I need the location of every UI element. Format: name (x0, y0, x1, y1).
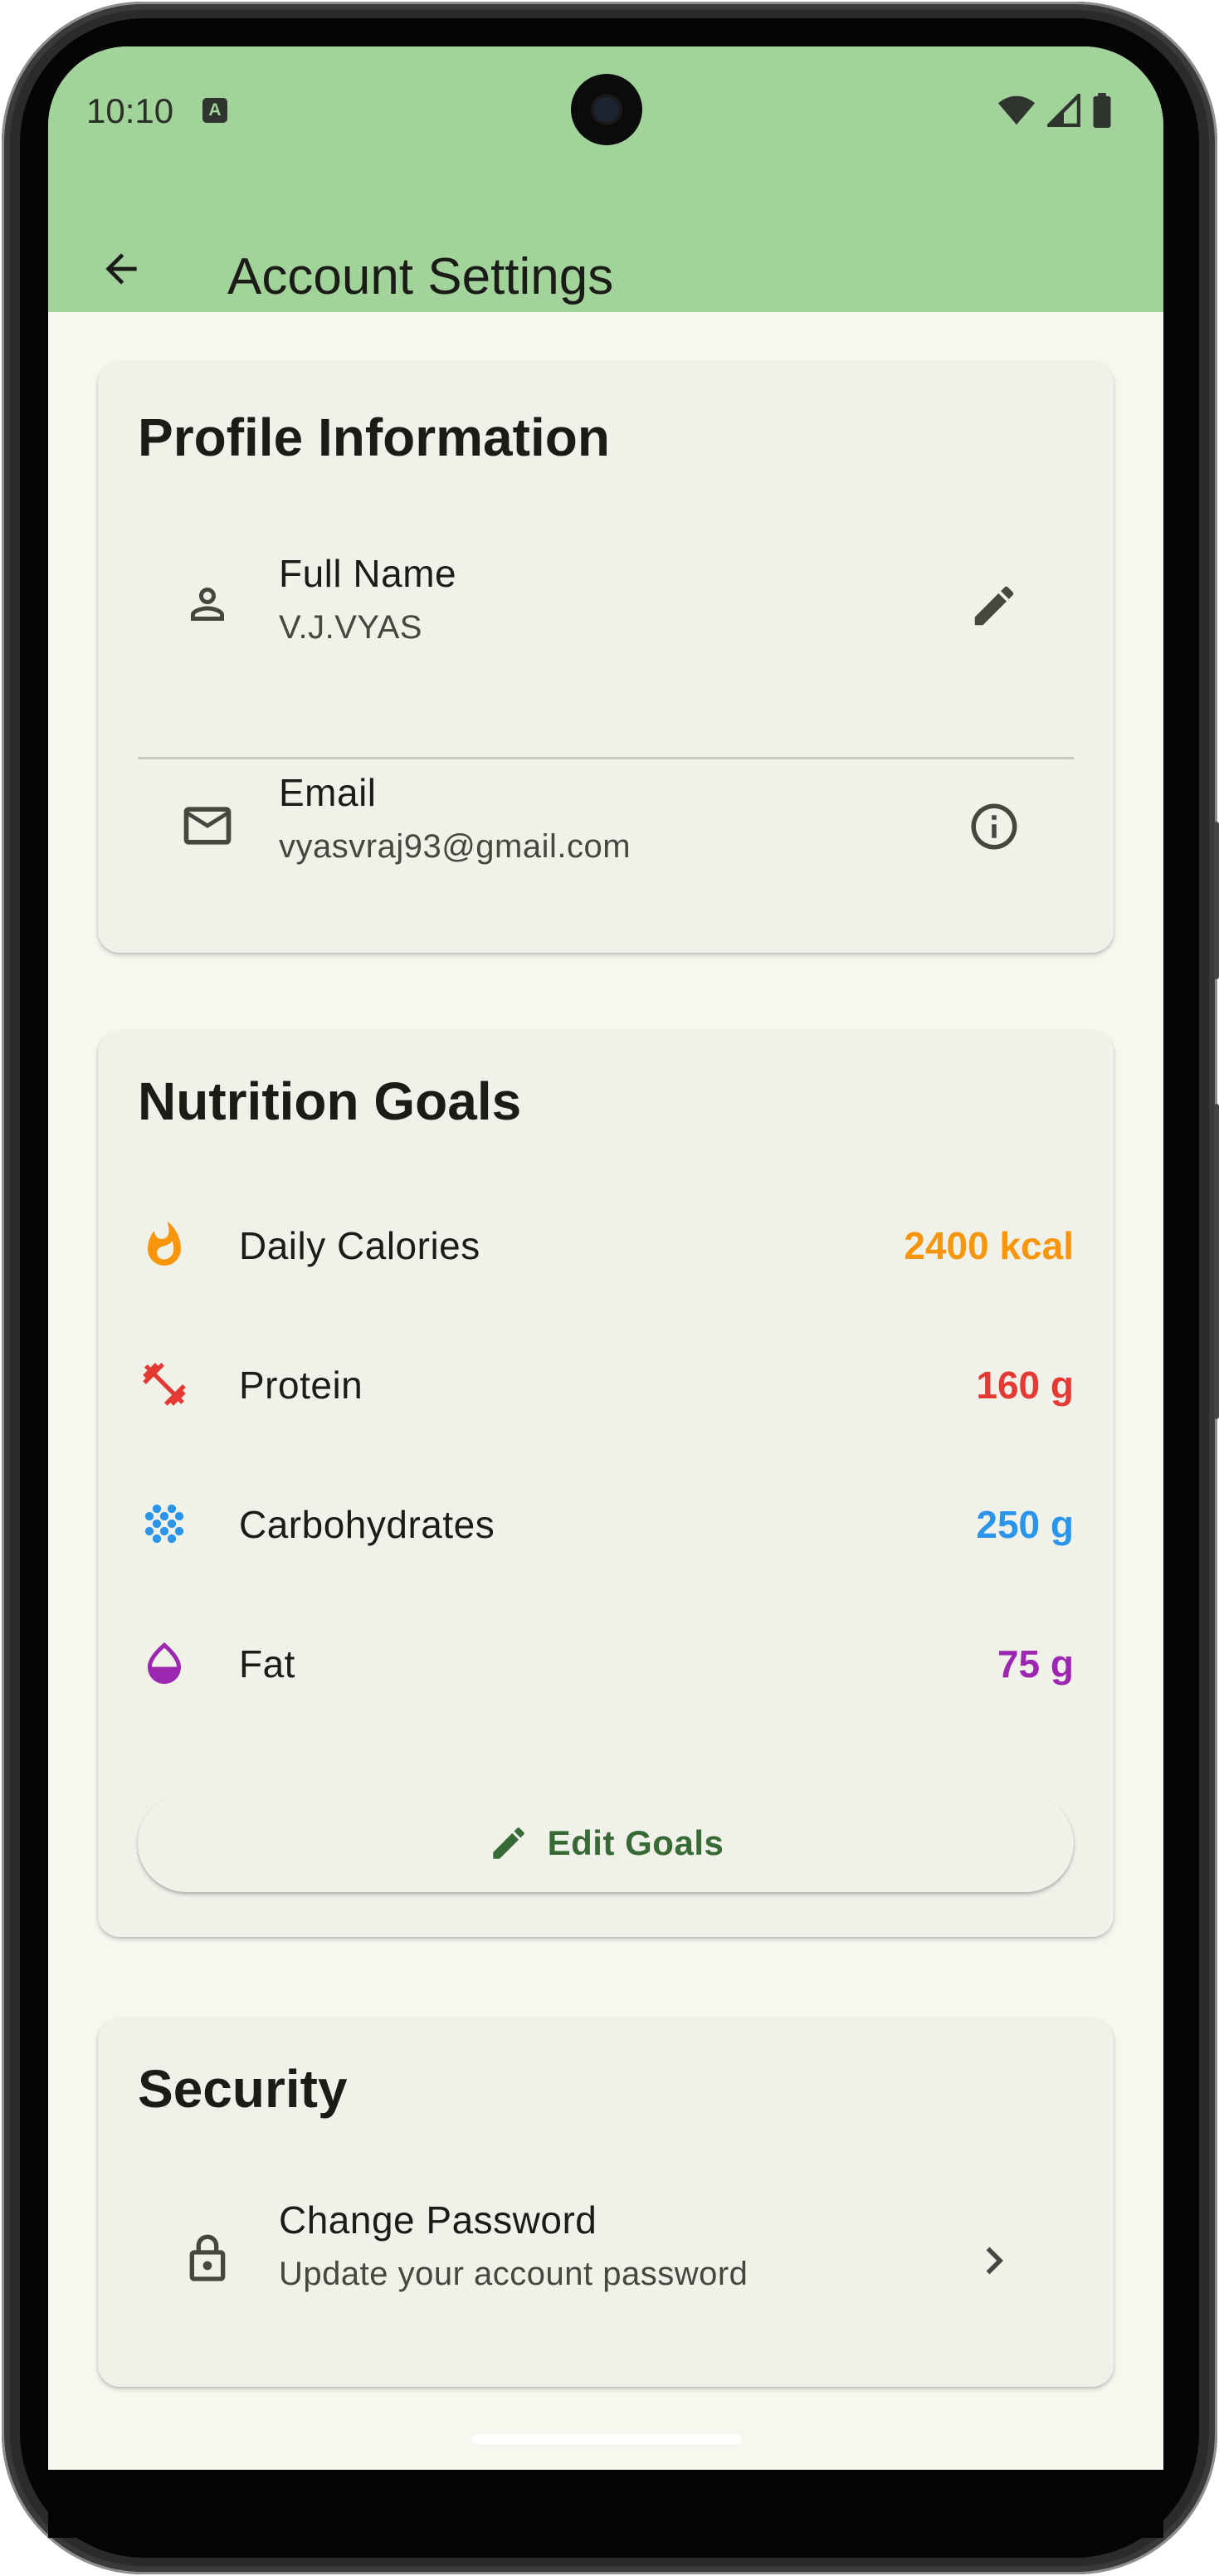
battery-icon (1093, 93, 1111, 128)
profile-card: Profile Information Full Name V.J.VYAS E… (98, 362, 1114, 953)
goal-value: 75 g (997, 1642, 1074, 1686)
front-camera (571, 74, 642, 145)
email-value: vyasvraj93@gmail.com (279, 828, 631, 865)
grain-icon (138, 1497, 191, 1550)
change-password-chevron[interactable] (961, 2227, 1027, 2294)
person-icon (181, 578, 234, 631)
change-password-label: Change Password (279, 2198, 597, 2242)
goal-label: Fat (239, 1642, 295, 1686)
arrow-back-icon (105, 253, 137, 285)
edit-name-button[interactable] (961, 573, 1027, 639)
app-bar: 10:10 A Account Settings (48, 46, 1163, 312)
dumbbell-icon (138, 1358, 191, 1411)
lock-icon (181, 2229, 234, 2289)
page-title: Account Settings (227, 248, 614, 305)
navigation-bar-area (48, 2470, 1163, 2538)
status-icons (997, 93, 1112, 128)
flame-icon (138, 1218, 191, 1271)
pencil-icon (492, 1827, 524, 1859)
edit-goals-label: Edit Goals (547, 1823, 724, 1862)
security-card: Security Change Password Update your acc… (98, 2018, 1114, 2387)
edit-goals-button[interactable]: Edit Goals (138, 1794, 1074, 1892)
notification-icon: A (202, 98, 227, 123)
goal-value: 160 g (976, 1364, 1074, 1407)
screen: 10:10 A Account Settings Profile Informa… (48, 46, 1163, 2470)
goal-value: 2400 kcal (904, 1224, 1074, 1267)
full-name-label: Full Name (279, 552, 457, 595)
info-icon (971, 803, 1017, 850)
change-password-subtitle: Update your account password (279, 2256, 748, 2292)
power-button (1214, 1104, 1219, 1419)
back-button[interactable] (90, 237, 153, 300)
home-indicator[interactable] (472, 2435, 742, 2444)
nutrition-card: Nutrition Goals Daily Calories 2400 kcal… (98, 1031, 1114, 1937)
goal-label: Daily Calories (239, 1224, 480, 1267)
divider (138, 757, 1074, 759)
email-info-button[interactable] (961, 793, 1027, 860)
security-section-title: Security (138, 2059, 348, 2119)
profile-section-title: Profile Information (138, 407, 610, 467)
goal-value: 250 g (976, 1503, 1074, 1546)
email-label: Email (279, 771, 377, 814)
pencil-icon (974, 586, 1014, 626)
mail-icon (176, 798, 239, 853)
goal-label: Protein (239, 1364, 363, 1407)
full-name-value: V.J.VYAS (279, 609, 422, 646)
wifi-icon (997, 95, 1036, 125)
nutrition-section-title: Nutrition Goals (138, 1071, 522, 1131)
volume-button (1214, 822, 1219, 979)
goal-label: Carbohydrates (239, 1503, 495, 1546)
chevron-right-icon (986, 2247, 1003, 2275)
signal-icon (1047, 94, 1080, 127)
water-drop-icon (138, 1637, 191, 1690)
status-time: 10:10 (86, 91, 174, 130)
